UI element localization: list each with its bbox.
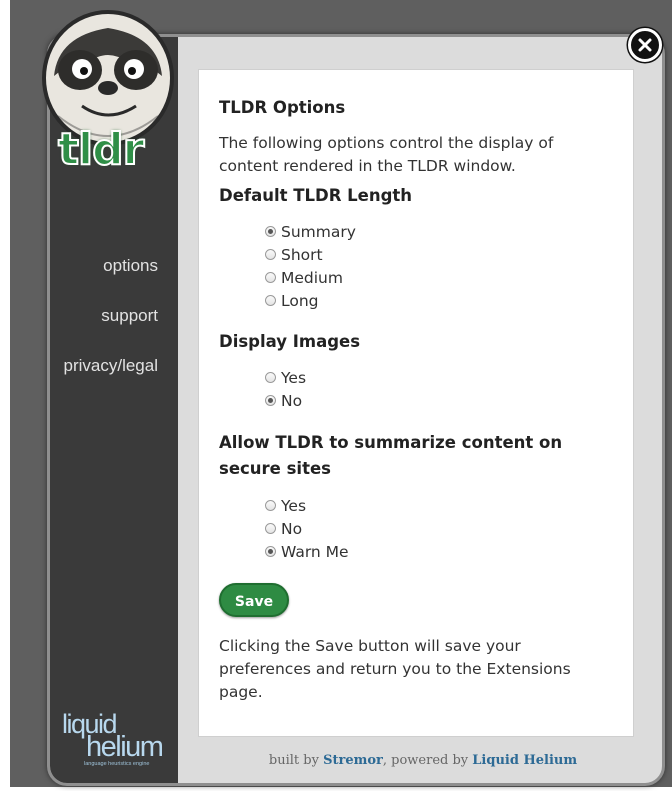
radio-long[interactable] bbox=[265, 295, 276, 306]
intro-text: The following options control the displa… bbox=[219, 134, 554, 175]
length-option-medium[interactable]: Medium bbox=[265, 266, 613, 289]
radio-summary[interactable] bbox=[265, 226, 276, 237]
secure-option-yes[interactable]: Yes bbox=[265, 494, 613, 517]
secure-heading: Allow TLDR to summarize content on secur… bbox=[219, 433, 563, 478]
radio-label: Warn Me bbox=[281, 542, 349, 561]
length-radio-group: Summary Short Medium Long bbox=[265, 220, 613, 312]
sidebar-item-privacy-legal[interactable]: privacy/legal bbox=[64, 356, 159, 376]
images-heading: Display Images bbox=[219, 332, 361, 351]
close-icon bbox=[638, 38, 652, 52]
close-button[interactable] bbox=[628, 28, 662, 62]
tldr-logo: tldr bbox=[57, 123, 168, 180]
footer-middle: , powered by bbox=[382, 753, 473, 768]
tldr-logo-text: tldr bbox=[57, 123, 145, 176]
radio-label: Long bbox=[281, 291, 319, 310]
sidebar-item-options[interactable]: options bbox=[103, 256, 158, 276]
liquid-helium-logo: liquid helium language heuristics engine bbox=[60, 711, 172, 768]
sidebar-item-support[interactable]: support bbox=[101, 306, 158, 326]
page-title: TLDR Options bbox=[219, 98, 346, 117]
radio-label: Short bbox=[281, 245, 323, 264]
radio-short[interactable] bbox=[265, 249, 276, 260]
backdrop-edge-bottom bbox=[0, 787, 672, 791]
radio-secure-no[interactable] bbox=[265, 523, 276, 534]
length-option-short[interactable]: Short bbox=[265, 243, 613, 266]
save-button[interactable]: Save bbox=[219, 583, 289, 617]
secure-radio-group: Yes No Warn Me bbox=[265, 494, 613, 563]
radio-secure-warn-me[interactable] bbox=[265, 546, 276, 557]
radio-images-yes[interactable] bbox=[265, 372, 276, 383]
images-radio-group: Yes No bbox=[265, 366, 613, 412]
radio-label: No bbox=[281, 391, 303, 410]
radio-label: Yes bbox=[281, 368, 307, 387]
logo-tagline: language heuristics engine bbox=[84, 761, 150, 767]
radio-secure-yes[interactable] bbox=[265, 500, 276, 511]
radio-images-no[interactable] bbox=[265, 395, 276, 406]
radio-medium[interactable] bbox=[265, 272, 276, 283]
backdrop-edge bbox=[0, 0, 10, 791]
stremor-link[interactable]: Stremor bbox=[323, 753, 383, 768]
save-note: Clicking the Save button will save your … bbox=[219, 637, 571, 701]
radio-label: Medium bbox=[281, 268, 343, 287]
footer-prefix: built by bbox=[268, 753, 324, 768]
logo-word-helium: helium bbox=[86, 731, 164, 763]
radio-label: No bbox=[281, 519, 303, 538]
secure-option-warn-me[interactable]: Warn Me bbox=[265, 540, 613, 563]
secure-option-no[interactable]: No bbox=[265, 517, 613, 540]
length-heading: Default TLDR Length bbox=[219, 186, 413, 205]
radio-label: Yes bbox=[281, 496, 307, 515]
liquid-helium-link[interactable]: Liquid Helium bbox=[472, 753, 577, 768]
length-option-long[interactable]: Long bbox=[265, 289, 613, 312]
options-panel: TLDR Options The following options contr… bbox=[198, 69, 634, 737]
images-option-no[interactable]: No bbox=[265, 389, 613, 412]
radio-label: Summary bbox=[281, 222, 356, 241]
length-option-summary[interactable]: Summary bbox=[265, 220, 613, 243]
images-option-yes[interactable]: Yes bbox=[265, 366, 613, 389]
footer-credits: built by Stremor, powered by Liquid Heli… bbox=[178, 753, 662, 768]
